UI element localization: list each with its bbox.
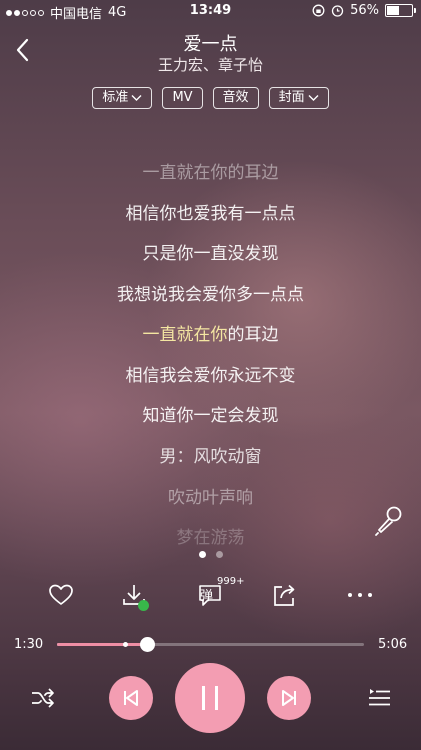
downloaded-check-icon	[138, 600, 149, 611]
heart-icon	[49, 584, 73, 605]
lyric-line: 知道你一定会发现	[142, 406, 279, 426]
playlist-button[interactable]	[364, 683, 394, 713]
song-title: 爱一点	[183, 34, 238, 55]
comment-label: 弹	[200, 589, 214, 604]
page-indicator	[0, 551, 421, 558]
battery-icon	[385, 4, 416, 17]
more-button[interactable]	[343, 578, 377, 612]
alarm-icon	[331, 5, 344, 17]
pause-icon	[202, 686, 218, 710]
cover-button[interactable]: 封面	[268, 87, 329, 109]
action-row: 弹	[0, 578, 421, 612]
shuffle-icon	[32, 688, 54, 708]
status-bar: 中国电信 4G 13:49 56%	[0, 0, 421, 22]
pause-button[interactable]	[175, 663, 245, 733]
comment-count-badge: 999+	[217, 576, 245, 587]
skip-next-icon	[282, 690, 296, 706]
song-artists: 王力宏、章子怡	[157, 56, 263, 74]
elapsed-time: 1:30	[14, 637, 44, 652]
shuffle-button[interactable]	[28, 683, 58, 713]
played-bar	[57, 643, 148, 646]
progress-knob[interactable]	[140, 637, 156, 652]
lyric-line: 吹动叶声响	[168, 488, 253, 508]
chevron-down-icon	[131, 95, 142, 101]
mv-button[interactable]: MV	[162, 87, 203, 109]
like-button[interactable]	[44, 578, 78, 612]
next-button[interactable]	[267, 676, 311, 720]
chevron-down-icon	[308, 95, 319, 101]
lyric-line-current: 一直就在你的耳边	[0, 320, 421, 345]
lyric-sung-part: 一直就在你	[142, 325, 228, 345]
lyric-line: 梦在游荡	[176, 528, 245, 548]
battery-percent: 56%	[350, 3, 379, 18]
microphone-icon[interactable]	[372, 503, 406, 537]
more-dots-icon	[348, 593, 372, 597]
playlist-icon	[369, 689, 390, 706]
lyric-unsung-part: 的耳边	[227, 325, 279, 345]
lyric-line: 我想说我会爱你多一点点	[117, 285, 304, 305]
progress-slider[interactable]	[57, 637, 364, 652]
skip-previous-icon	[124, 690, 138, 706]
lyric-line: 男：风吹动窗	[159, 447, 262, 467]
orientation-lock-icon	[312, 4, 325, 17]
previous-button[interactable]	[109, 676, 153, 720]
lyric-line: 相信你也爱我有一点点	[125, 204, 296, 224]
option-chips: 标准 MV 音效 封面	[0, 87, 421, 109]
page-dot-active	[198, 551, 206, 558]
page-dot	[215, 551, 223, 558]
share-icon	[274, 584, 295, 606]
quality-button[interactable]: 标准	[92, 87, 153, 109]
lyric-line: 相信我会爱你永远不变	[125, 366, 296, 386]
lyric-line: 一直就在你的耳边	[142, 163, 279, 183]
progress-marker	[122, 642, 128, 647]
download-button[interactable]	[117, 578, 151, 612]
share-button[interactable]	[268, 578, 302, 612]
total-time: 5:06	[378, 637, 408, 652]
lyric-line: 只是你一直没发现	[142, 244, 279, 264]
sound-effect-button[interactable]: 音效	[212, 87, 259, 109]
